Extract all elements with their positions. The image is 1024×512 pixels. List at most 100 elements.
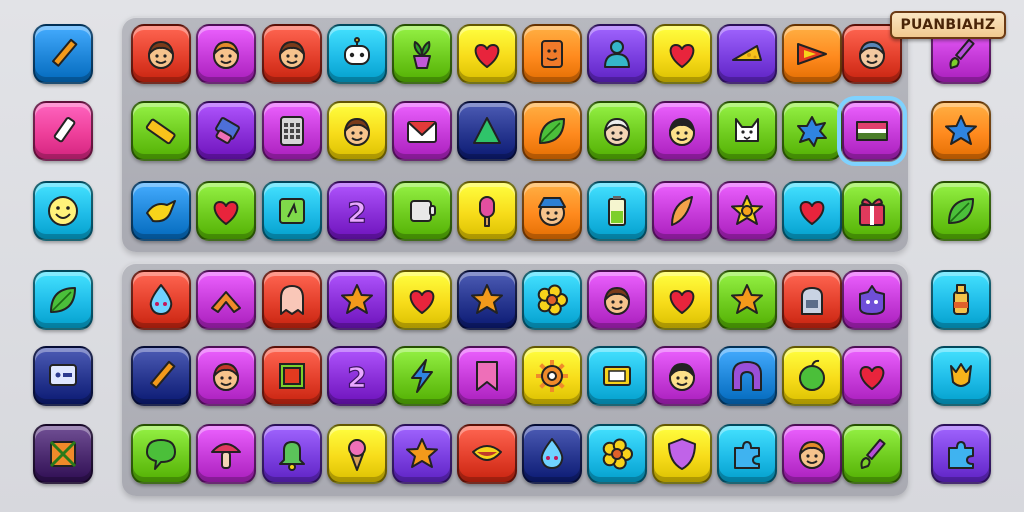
blue-star-icon xyxy=(941,111,981,151)
grid-tile[interactable] xyxy=(522,346,582,406)
apple-icon xyxy=(792,356,832,396)
heart-icon xyxy=(792,191,832,231)
grid-tile[interactable] xyxy=(837,96,907,166)
grid-tile[interactable] xyxy=(262,424,322,484)
smiley-face-icon xyxy=(43,191,83,231)
feather-icon xyxy=(662,191,702,231)
eraser-icon xyxy=(206,111,246,151)
grid-tile[interactable] xyxy=(717,346,777,406)
grid-tile[interactable] xyxy=(717,24,777,84)
grid-tile[interactable] xyxy=(457,424,517,484)
flag-icon xyxy=(852,111,892,151)
grid-tile[interactable] xyxy=(196,346,256,406)
grid-tile[interactable] xyxy=(522,101,582,161)
grid-tile[interactable] xyxy=(262,346,322,406)
heart-icon xyxy=(852,356,892,396)
grid-tile[interactable] xyxy=(457,181,517,241)
left-column-tile[interactable] xyxy=(33,270,93,330)
grid-tile[interactable] xyxy=(327,424,387,484)
grid-tile[interactable] xyxy=(131,24,191,84)
grid-tile[interactable] xyxy=(196,424,256,484)
grid-tile[interactable] xyxy=(196,270,256,330)
grid-tile[interactable] xyxy=(327,270,387,330)
grid-tile[interactable] xyxy=(457,24,517,84)
drop-creature-icon xyxy=(532,434,572,474)
grid-tile[interactable] xyxy=(652,181,712,241)
grid-tile[interactable]: 2 xyxy=(327,346,387,406)
grid-tile[interactable] xyxy=(392,24,452,84)
left-column-tile[interactable] xyxy=(33,101,93,161)
grid-tile[interactable] xyxy=(717,181,777,241)
grid-tile[interactable] xyxy=(782,424,842,484)
grid-tile[interactable] xyxy=(262,101,322,161)
grid-tile[interactable] xyxy=(131,346,191,406)
left-column-tile[interactable] xyxy=(33,24,93,84)
heart-icon xyxy=(662,34,702,74)
grid-tile[interactable] xyxy=(652,424,712,484)
left-column-tile[interactable] xyxy=(33,346,93,406)
grid-tile[interactable] xyxy=(652,270,712,330)
right-column-tile[interactable] xyxy=(931,270,991,330)
grid-tile[interactable] xyxy=(522,270,582,330)
grid-tile[interactable] xyxy=(392,181,452,241)
grid-tile[interactable] xyxy=(587,424,647,484)
grid-tile[interactable] xyxy=(196,24,256,84)
grid-tile[interactable] xyxy=(587,24,647,84)
grid-tile[interactable] xyxy=(392,270,452,330)
grid-tile[interactable] xyxy=(652,101,712,161)
grid-tile[interactable] xyxy=(196,181,256,241)
grid-tile[interactable] xyxy=(782,270,842,330)
left-column-tile[interactable] xyxy=(33,181,93,241)
right-column-tile[interactable] xyxy=(931,181,991,241)
grid-tile[interactable] xyxy=(587,270,647,330)
grid-tile[interactable] xyxy=(782,101,842,161)
grid-tile[interactable] xyxy=(587,346,647,406)
boy-face-icon xyxy=(272,34,312,74)
grid-tile[interactable] xyxy=(327,24,387,84)
grid-tile[interactable] xyxy=(457,270,517,330)
grid-tile[interactable] xyxy=(587,181,647,241)
grid-tile[interactable] xyxy=(717,101,777,161)
grid-tile[interactable] xyxy=(457,101,517,161)
grid-tile[interactable] xyxy=(842,424,902,484)
grid-tile[interactable] xyxy=(262,181,322,241)
grid-tile[interactable] xyxy=(327,101,387,161)
grid-tile[interactable] xyxy=(392,101,452,161)
elf-face-icon xyxy=(206,356,246,396)
grid-tile[interactable] xyxy=(522,424,582,484)
grid-tile[interactable]: 2 xyxy=(327,181,387,241)
left-column-tile[interactable] xyxy=(33,424,93,484)
grid-tile[interactable] xyxy=(262,24,322,84)
grid-tile[interactable] xyxy=(652,346,712,406)
grid-tile[interactable] xyxy=(717,270,777,330)
svg-text:2: 2 xyxy=(347,196,366,229)
grid-tile[interactable] xyxy=(131,270,191,330)
grid-tile[interactable] xyxy=(262,270,322,330)
ghost-icon xyxy=(272,280,312,320)
grandpa-face-icon xyxy=(597,111,637,151)
grid-tile[interactable] xyxy=(131,424,191,484)
grid-tile[interactable] xyxy=(392,346,452,406)
grid-tile[interactable] xyxy=(196,101,256,161)
right-column-tile[interactable] xyxy=(931,346,991,406)
grid-tile[interactable] xyxy=(392,424,452,484)
grid-tile[interactable] xyxy=(457,346,517,406)
grid-tile[interactable] xyxy=(842,346,902,406)
grid-tile[interactable] xyxy=(652,24,712,84)
right-column-tile[interactable] xyxy=(931,101,991,161)
grid-tile[interactable] xyxy=(782,24,842,84)
grid-tile[interactable] xyxy=(782,181,842,241)
grid-tile[interactable] xyxy=(131,101,191,161)
paint-tube-icon xyxy=(43,111,83,151)
grid-tile[interactable] xyxy=(842,270,902,330)
grid-tile[interactable] xyxy=(522,181,582,241)
puzzle-piece-icon xyxy=(727,434,767,474)
grid-tile[interactable] xyxy=(717,424,777,484)
grid-tile[interactable] xyxy=(131,181,191,241)
leaf-icon xyxy=(941,191,981,231)
grid-tile[interactable] xyxy=(782,346,842,406)
grid-tile[interactable] xyxy=(842,181,902,241)
right-column-tile[interactable] xyxy=(931,424,991,484)
grid-tile[interactable] xyxy=(587,101,647,161)
grid-tile[interactable] xyxy=(522,24,582,84)
